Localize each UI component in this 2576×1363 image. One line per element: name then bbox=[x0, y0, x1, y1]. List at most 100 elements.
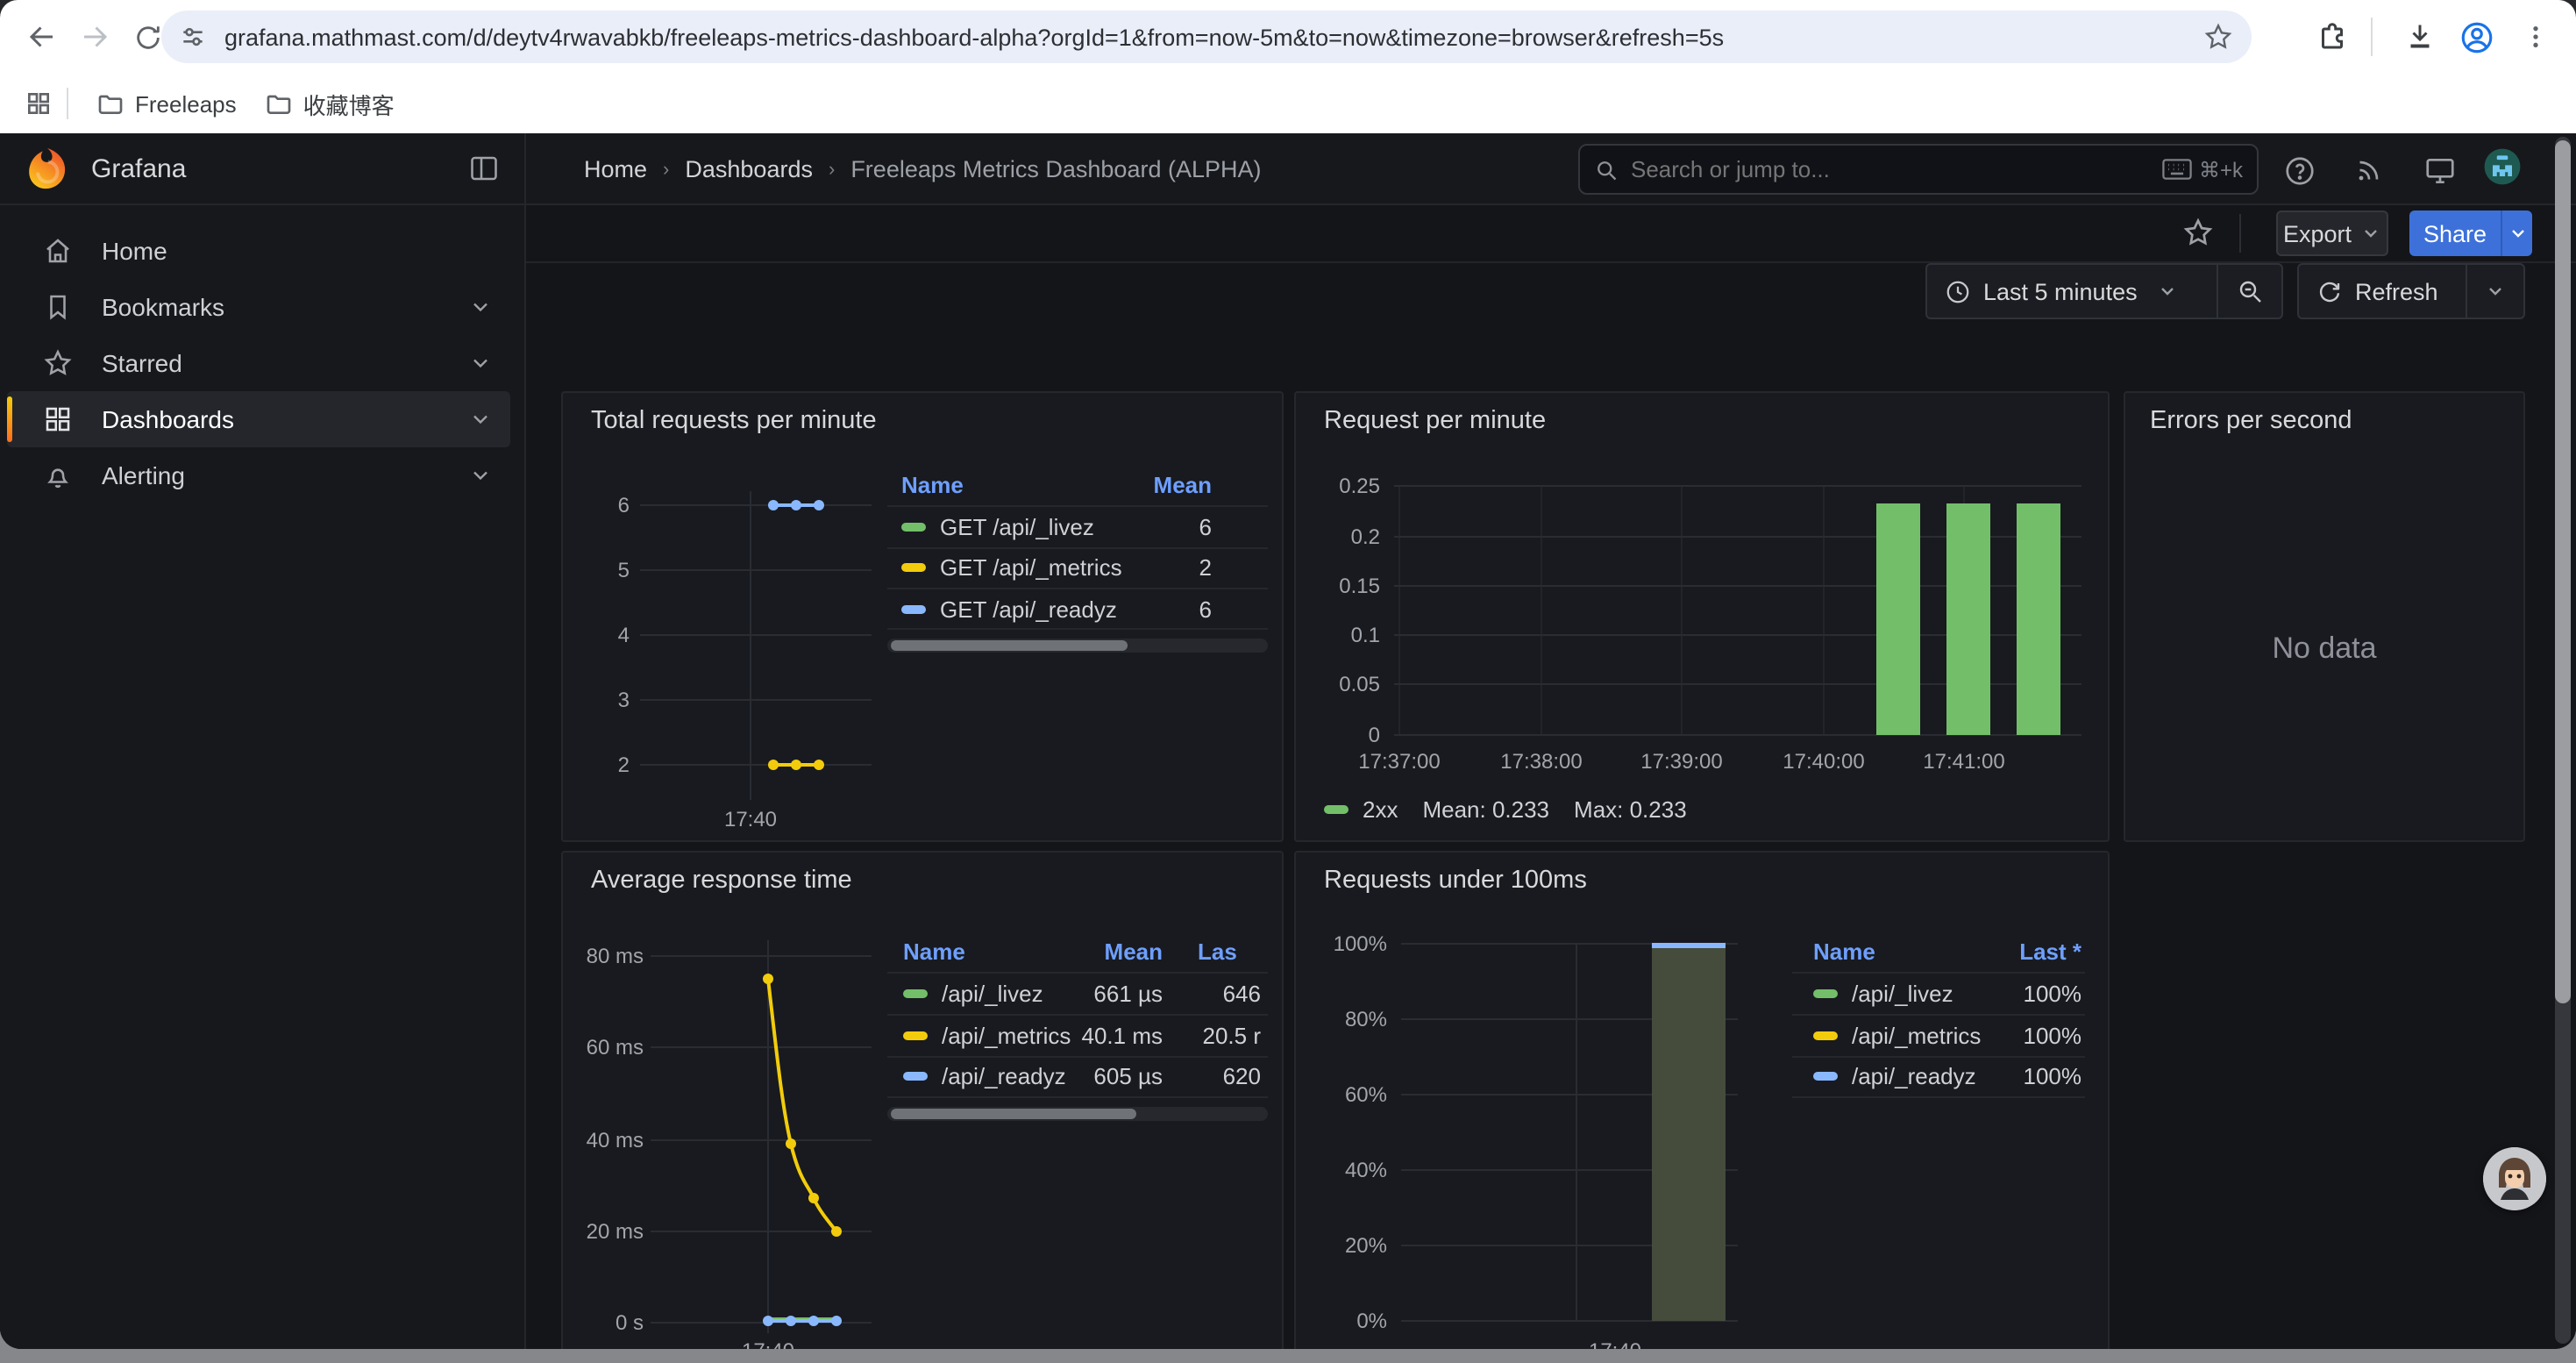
panel-requests-under-100ms[interactable]: Requests under 100ms 100% 80% 60% 40% 20… bbox=[1294, 851, 2110, 1349]
legend-header-last[interactable]: Last * bbox=[1971, 938, 2081, 965]
favorite-star-icon[interactable] bbox=[2181, 216, 2217, 251]
legend-row[interactable]: /api/_livez bbox=[903, 981, 1043, 1007]
breadcrumb-dashboards[interactable]: Dashboards bbox=[685, 156, 813, 182]
search-box[interactable]: ⌘+k bbox=[1578, 144, 2259, 195]
y-tick: 20 ms bbox=[570, 1219, 644, 1244]
legend-mean: Mean: 0.233 bbox=[1422, 796, 1549, 823]
address-bar[interactable]: grafana.mathmast.com/d/deytv4rwavabkb/fr… bbox=[161, 11, 2252, 63]
x-tick: 17:40 bbox=[733, 1338, 803, 1349]
sidebar-item-starred[interactable]: Starred bbox=[7, 335, 510, 391]
legend-value: 646 bbox=[1180, 981, 1261, 1007]
legend-row[interactable]: /api/_metrics bbox=[1813, 1023, 1981, 1049]
chevron-down-icon bbox=[2485, 281, 2506, 302]
legend-hscrollbar[interactable] bbox=[887, 639, 1268, 653]
chevron-down-icon[interactable] bbox=[468, 463, 493, 488]
help-icon[interactable] bbox=[2280, 151, 2318, 189]
legend-header-name[interactable]: Name bbox=[903, 938, 965, 965]
chevron-down-icon bbox=[2507, 223, 2528, 244]
legend-value: 2 bbox=[1089, 554, 1212, 581]
panel-avg-response-time[interactable]: Average response time 8 bbox=[561, 851, 1284, 1349]
series-color-chip bbox=[1813, 989, 1838, 998]
legend-value: 605 µs bbox=[1040, 1063, 1163, 1089]
bookmark-star-icon[interactable] bbox=[2202, 21, 2234, 53]
bookmark-folder-blogs[interactable]: 收藏博客 bbox=[251, 80, 409, 127]
sidebar-item-dashboards[interactable]: Dashboards bbox=[7, 391, 510, 447]
browser-menu-icon[interactable] bbox=[2511, 12, 2560, 61]
y-tick: 2 bbox=[587, 753, 630, 777]
search-input[interactable] bbox=[1631, 156, 2162, 182]
bookmark-folder-freeleaps[interactable]: Freeleaps bbox=[82, 82, 251, 125]
home-icon bbox=[42, 235, 74, 267]
y-tick: 0 s bbox=[570, 1310, 644, 1335]
chevron-down-icon[interactable] bbox=[468, 295, 493, 319]
dashboards-grid-icon bbox=[42, 403, 74, 435]
panel-total-requests[interactable]: Total requests per minute 6 5 4 bbox=[561, 391, 1284, 842]
legend-row[interactable]: /api/_readyz bbox=[1813, 1063, 1976, 1089]
time-controls: Last 5 minutes Refresh bbox=[526, 263, 2576, 321]
apps-grid-icon[interactable] bbox=[25, 89, 53, 118]
panel-request-per-minute[interactable]: Request per minute 0.25 0.2 bbox=[1294, 391, 2110, 842]
legend-item[interactable]: 2xx Mean: 0.233 Max: 0.233 bbox=[1324, 796, 1687, 823]
chevron-down-icon[interactable] bbox=[468, 351, 493, 375]
line-chart bbox=[563, 853, 1284, 1349]
legend-hscrollbar[interactable] bbox=[887, 1107, 1268, 1121]
y-tick: 20% bbox=[1310, 1233, 1387, 1258]
forward-icon[interactable] bbox=[70, 12, 119, 61]
extensions-icon[interactable] bbox=[2308, 12, 2357, 61]
share-button[interactable]: Share bbox=[2409, 211, 2532, 256]
url-text[interactable]: grafana.mathmast.com/d/deytv4rwavabkb/fr… bbox=[224, 24, 2202, 50]
legend-separator bbox=[887, 1096, 1268, 1098]
breadcrumb-home[interactable]: Home bbox=[584, 156, 647, 182]
legend-value: 20.5 r bbox=[1180, 1023, 1261, 1049]
zoom-out-button[interactable] bbox=[2218, 265, 2281, 318]
time-range-picker[interactable]: Last 5 minutes bbox=[1927, 265, 2217, 318]
sidebar-item-bookmarks[interactable]: Bookmarks bbox=[7, 279, 510, 335]
legend-row[interactable]: GET /api/_readyz bbox=[901, 596, 1117, 623]
legend-header-name[interactable]: Name bbox=[901, 472, 964, 498]
legend-row[interactable]: GET /api/_livez bbox=[901, 514, 1094, 540]
refresh-button[interactable]: Refresh bbox=[2299, 265, 2466, 318]
kiosk-monitor-icon[interactable] bbox=[2420, 151, 2459, 189]
grafana-logo[interactable] bbox=[25, 146, 70, 191]
export-button[interactable]: Export bbox=[2276, 211, 2388, 256]
news-rss-icon[interactable] bbox=[2350, 151, 2388, 189]
sidebar-toggle-icon[interactable] bbox=[468, 153, 500, 184]
legend-header-mean[interactable]: Mean bbox=[1040, 938, 1163, 965]
legend-separator bbox=[887, 972, 1268, 974]
refresh-group: Refresh bbox=[2297, 263, 2525, 319]
sidebar-item-alerting[interactable]: Alerting bbox=[7, 447, 510, 503]
no-data-message: No data bbox=[2125, 632, 2523, 667]
assistant-avatar[interactable] bbox=[2483, 1147, 2546, 1210]
legend-header-last[interactable]: Las bbox=[1198, 938, 1275, 965]
folder-icon bbox=[265, 89, 293, 118]
y-tick: 0.15 bbox=[1313, 574, 1380, 598]
legend-row[interactable]: /api/_livez bbox=[1813, 981, 1953, 1007]
y-tick: 60 ms bbox=[570, 1035, 644, 1060]
legend-separator bbox=[1792, 1014, 2085, 1016]
y-tick: 100% bbox=[1310, 931, 1387, 956]
chevron-down-icon bbox=[2360, 223, 2381, 244]
panel-errors-per-second[interactable]: Errors per second No data bbox=[2124, 391, 2525, 842]
bookmarks-divider bbox=[67, 88, 68, 119]
scrollbar-thumb[interactable] bbox=[2555, 140, 2571, 1003]
chevron-down-icon bbox=[2157, 281, 2178, 302]
sidebar-menu: Home Bookmarks bbox=[0, 205, 524, 503]
bar-chart bbox=[1296, 853, 2110, 1349]
folder-icon bbox=[96, 89, 125, 118]
chevron-down-icon[interactable] bbox=[468, 407, 493, 432]
y-tick: 40% bbox=[1310, 1158, 1387, 1182]
panel-title: Errors per second bbox=[2150, 407, 2352, 435]
refresh-interval-dropdown[interactable] bbox=[2467, 265, 2523, 318]
page-scrollbar[interactable] bbox=[2553, 137, 2572, 1344]
share-dropdown-chevron[interactable] bbox=[2501, 211, 2532, 256]
user-avatar[interactable] bbox=[2483, 147, 2522, 186]
series-color-chip bbox=[1324, 805, 1348, 814]
legend-header-mean[interactable]: Mean bbox=[1089, 472, 1212, 498]
series-color-chip bbox=[1813, 1072, 1838, 1081]
site-settings-icon[interactable] bbox=[179, 23, 207, 51]
download-icon[interactable] bbox=[2395, 12, 2444, 61]
legend-header-name[interactable]: Name bbox=[1813, 938, 1875, 965]
profile-icon[interactable] bbox=[2451, 12, 2501, 61]
back-icon[interactable] bbox=[18, 12, 67, 61]
sidebar-item-home[interactable]: Home bbox=[7, 223, 510, 279]
